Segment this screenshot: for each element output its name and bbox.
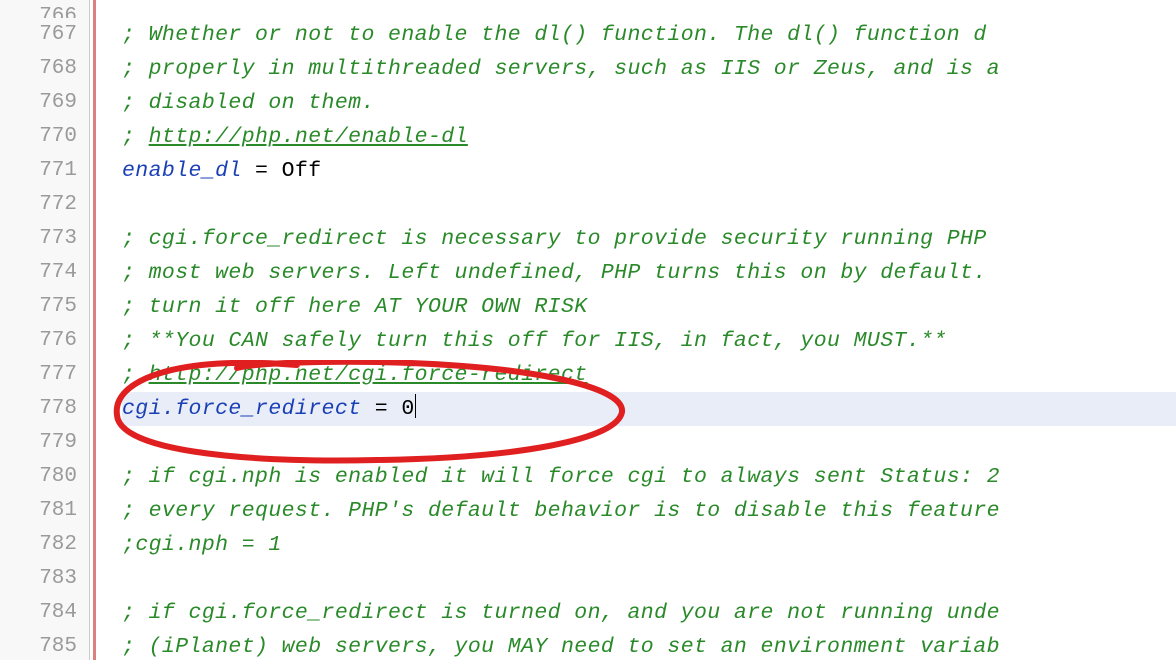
code-line[interactable]: ; if cgi.force_redirect is turned on, an… xyxy=(122,596,1176,630)
code-token-semi: ; xyxy=(122,329,149,353)
code-line[interactable]: ; disabled on them. xyxy=(122,86,1176,120)
text-cursor xyxy=(415,394,417,418)
code-token-comment: **You CAN safely turn this off for IIS, … xyxy=(149,329,947,353)
code-token-link[interactable]: http://php.net/enable-dl xyxy=(149,125,468,149)
line-number: 779 xyxy=(0,426,77,460)
line-number: 772 xyxy=(0,188,77,222)
code-line[interactable]: ; (iPlanet) web servers, you MAY need to… xyxy=(122,630,1176,660)
code-line[interactable]: enable_dl = Off xyxy=(122,154,1176,188)
line-number: 780 xyxy=(0,460,77,494)
line-number: 776 xyxy=(0,324,77,358)
line-number: 782 xyxy=(0,528,77,562)
line-number: 784 xyxy=(0,596,77,630)
change-marker-bar xyxy=(90,0,104,660)
code-token-semi: ; xyxy=(122,57,149,81)
code-token-semi: ; xyxy=(122,91,149,115)
line-number: 773 xyxy=(0,222,77,256)
code-token-semi: ; xyxy=(122,261,149,285)
line-number: 769 xyxy=(0,86,77,120)
line-number: 767 xyxy=(0,18,77,52)
code-token-semi: ; xyxy=(122,465,149,489)
code-token-comment: disabled on them. xyxy=(149,91,375,115)
change-marker xyxy=(93,0,96,660)
code-line[interactable]: ; cgi.force_redirect is necessary to pro… xyxy=(122,222,1176,256)
code-line[interactable] xyxy=(122,426,1176,460)
code-token-comment: Whether or not to enable the dl() functi… xyxy=(149,23,987,47)
code-content[interactable]: ; Whether or not to enable the dl() func… xyxy=(104,0,1176,660)
code-token-keyword: cgi.force_redirect xyxy=(122,397,361,421)
code-line[interactable]: ; every request. PHP's default behavior … xyxy=(122,494,1176,528)
code-token-comment: if cgi.nph is enabled it will force cgi … xyxy=(149,465,1000,489)
code-token-comment: (iPlanet) web servers, you MAY need to s… xyxy=(149,635,1000,659)
line-number: 785 xyxy=(0,630,77,664)
line-number: 766 xyxy=(0,0,77,18)
code-token-semi: ; xyxy=(122,125,149,149)
line-number: 777 xyxy=(0,358,77,392)
line-number: 768 xyxy=(0,52,77,86)
code-line[interactable]: cgi.force_redirect = 0 xyxy=(122,392,1176,426)
code-token-comment: cgi.force_redirect is necessary to provi… xyxy=(149,227,987,251)
line-number: 770 xyxy=(0,120,77,154)
code-token-link[interactable]: http://php.net/cgi.force-redirect xyxy=(149,363,588,387)
code-token-semi: ; xyxy=(122,635,149,659)
code-line[interactable]: ; most web servers. Left undefined, PHP … xyxy=(122,256,1176,290)
code-line[interactable]: ; **You CAN safely turn this off for IIS… xyxy=(122,324,1176,358)
code-token-semi: ; xyxy=(122,227,149,251)
code-line[interactable] xyxy=(122,0,1176,18)
code-token-comment: if cgi.force_redirect is turned on, and … xyxy=(149,601,1000,625)
code-line[interactable]: ; Whether or not to enable the dl() func… xyxy=(122,18,1176,52)
code-token-comment: turn it off here AT YOUR OWN RISK xyxy=(149,295,588,319)
code-token-comment: every request. PHP's default behavior is… xyxy=(149,499,1000,523)
code-line[interactable]: ; turn it off here AT YOUR OWN RISK xyxy=(122,290,1176,324)
code-line[interactable]: ; http://php.net/enable-dl xyxy=(122,120,1176,154)
code-line[interactable] xyxy=(122,562,1176,596)
code-line[interactable]: ; properly in multithreaded servers, suc… xyxy=(122,52,1176,86)
line-number: 774 xyxy=(0,256,77,290)
code-token-comment: properly in multithreaded servers, such … xyxy=(149,57,1000,81)
code-line[interactable]: ; http://php.net/cgi.force-redirect xyxy=(122,358,1176,392)
line-number: 781 xyxy=(0,494,77,528)
code-token-semi: ; xyxy=(122,533,135,557)
code-token-semi: ; xyxy=(122,363,149,387)
code-token-semi: ; xyxy=(122,23,149,47)
line-number: 771 xyxy=(0,154,77,188)
code-token-comment: most web servers. Left undefined, PHP tu… xyxy=(149,261,987,285)
line-number: 775 xyxy=(0,290,77,324)
code-token-semi: ; xyxy=(122,499,149,523)
code-token-od: = 0 xyxy=(361,397,414,421)
code-token-keyword: enable_dl xyxy=(122,159,242,183)
code-line[interactable]: ; if cgi.nph is enabled it will force cg… xyxy=(122,460,1176,494)
line-number: 783 xyxy=(0,562,77,596)
code-token-semi: ; xyxy=(122,295,149,319)
line-number-gutter: 7667677687697707717727737747757767777787… xyxy=(0,0,90,660)
code-token-comment: cgi.nph = 1 xyxy=(135,533,281,557)
code-token-semi: ; xyxy=(122,601,149,625)
code-line[interactable] xyxy=(122,188,1176,222)
code-editor[interactable]: 7667677687697707717727737747757767777787… xyxy=(0,0,1176,660)
code-line[interactable]: ;cgi.nph = 1 xyxy=(122,528,1176,562)
line-number: 778 xyxy=(0,392,77,426)
code-token-od: = Off xyxy=(242,159,322,183)
